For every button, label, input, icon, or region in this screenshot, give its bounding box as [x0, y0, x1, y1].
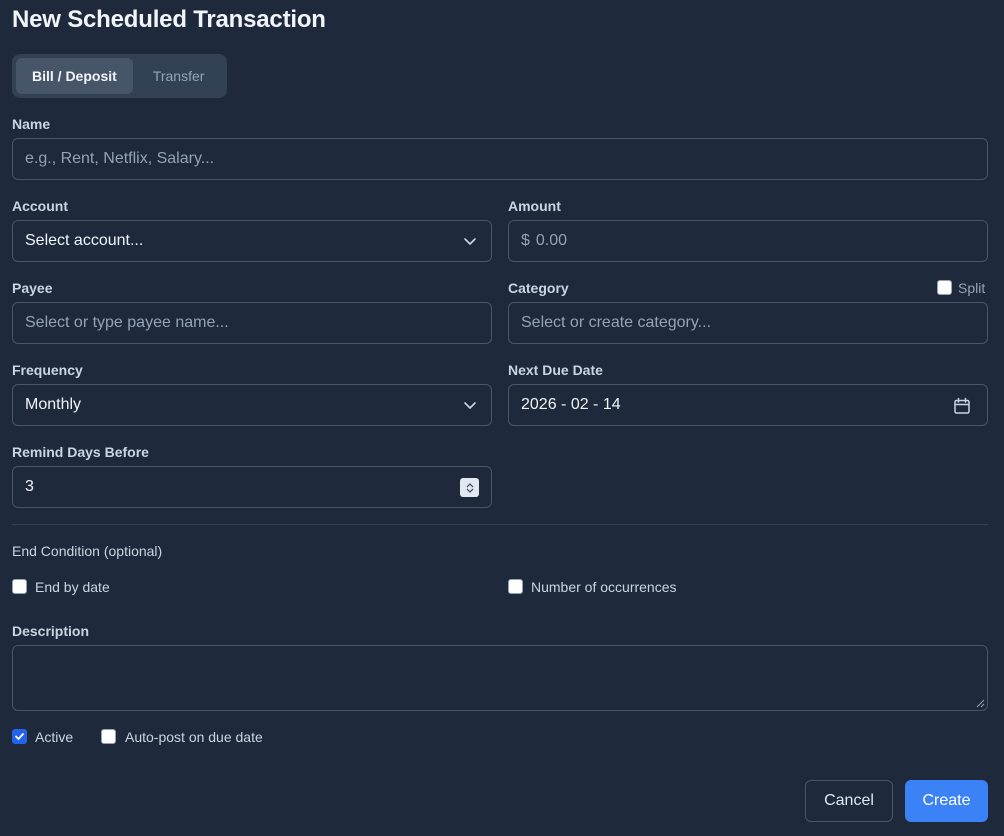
amount-input[interactable]: $ 0.00 [508, 220, 988, 262]
payee-placeholder: Select or type payee name... [25, 314, 229, 331]
stepper-down-icon[interactable] [465, 488, 475, 494]
auto-post-label: Auto-post on due date [125, 729, 263, 745]
cancel-button[interactable]: Cancel [805, 780, 893, 822]
split-label: Split [958, 280, 986, 296]
tab-bill-deposit[interactable]: Bill / Deposit [16, 58, 133, 94]
dialog-title: New Scheduled Transaction [12, 6, 326, 33]
number-stepper[interactable] [460, 478, 479, 497]
occurrences-checkbox[interactable] [508, 579, 523, 594]
name-placeholder: e.g., Rent, Netflix, Salary... [25, 150, 215, 167]
account-select-value: Select account... [25, 232, 144, 249]
checkmark-icon [15, 733, 24, 740]
active-checkbox[interactable] [12, 729, 27, 744]
remind-days-value: 3 [25, 478, 34, 495]
frequency-label: Frequency [12, 362, 83, 378]
transaction-type-toggle: Bill / Deposit Transfer [12, 54, 227, 98]
name-label: Name [12, 116, 51, 132]
payee-input[interactable]: Select or type payee name... [12, 302, 492, 344]
remind-days-label: Remind Days Before [12, 444, 149, 460]
occurrences-label: Number of occurrences [531, 579, 677, 595]
account-label: Account [12, 198, 68, 214]
next-due-date-label: Next Due Date [508, 362, 603, 378]
account-select[interactable]: Select account... [12, 220, 492, 262]
amount-label: Amount [508, 198, 561, 214]
currency-symbol: $ [521, 232, 530, 249]
end-condition-label: End Condition (optional) [12, 543, 163, 559]
end-by-date-checkbox[interactable] [12, 579, 27, 594]
resize-handle-icon[interactable] [975, 698, 985, 708]
description-textarea[interactable] [12, 645, 988, 711]
split-checkbox[interactable] [937, 280, 952, 295]
category-placeholder: Select or create category... [521, 314, 712, 331]
payee-label: Payee [12, 280, 53, 296]
category-input[interactable]: Select or create category... [508, 302, 988, 344]
category-label: Category [508, 280, 569, 296]
frequency-select[interactable]: Monthly [12, 384, 492, 426]
chevron-down-icon [464, 238, 476, 245]
amount-placeholder: 0.00 [535, 232, 568, 249]
tab-transfer[interactable]: Transfer [137, 58, 221, 94]
section-divider [12, 524, 988, 525]
next-due-date-input[interactable]: 2026 - 02 - 14 [508, 384, 988, 426]
active-label: Active [35, 729, 74, 745]
auto-post-checkbox[interactable] [101, 729, 116, 744]
next-due-date-value: 2026 - 02 - 14 [521, 396, 621, 413]
create-button[interactable]: Create [905, 780, 988, 822]
frequency-select-value: Monthly [25, 396, 82, 413]
chevron-down-icon [464, 402, 476, 409]
remind-days-input[interactable]: 3 [12, 466, 492, 508]
calendar-icon[interactable] [953, 397, 971, 415]
end-by-date-label: End by date [35, 579, 110, 595]
name-input[interactable]: e.g., Rent, Netflix, Salary... [12, 138, 988, 180]
description-label: Description [12, 623, 90, 639]
